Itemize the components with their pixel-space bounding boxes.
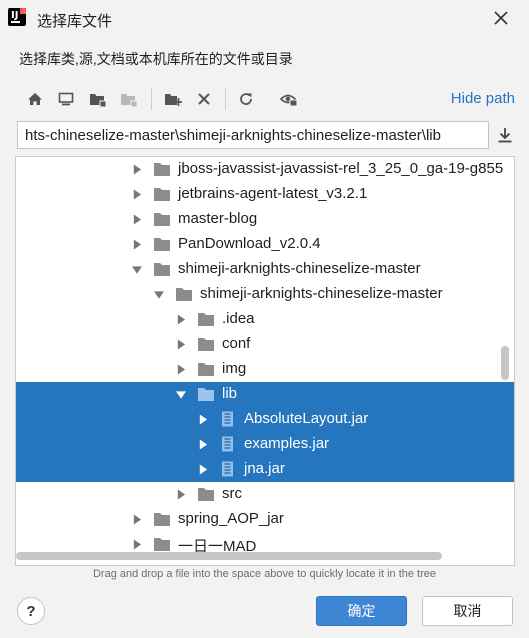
module-folder-button[interactable] bbox=[118, 88, 140, 110]
folder-icon bbox=[154, 263, 170, 276]
jar-file-icon bbox=[222, 461, 233, 477]
cancel-button[interactable]: 取消 bbox=[422, 596, 513, 626]
folder-icon bbox=[198, 313, 214, 326]
jar-file-icon bbox=[222, 436, 233, 452]
close-icon bbox=[494, 11, 508, 25]
hide-path-link[interactable]: Hide path bbox=[451, 90, 515, 107]
delete-icon bbox=[198, 93, 210, 105]
module-folder-icon bbox=[121, 94, 138, 107]
folder-icon bbox=[154, 538, 170, 551]
home-icon bbox=[28, 93, 42, 105]
collapsed-arrow-icon[interactable] bbox=[132, 239, 142, 250]
collapsed-arrow-icon[interactable] bbox=[198, 439, 208, 450]
project-folder-button[interactable] bbox=[87, 88, 109, 110]
home-button[interactable] bbox=[24, 88, 46, 110]
expanded-arrow-icon[interactable] bbox=[132, 264, 142, 275]
folder-icon bbox=[154, 238, 170, 251]
tree-item-label: examples.jar bbox=[244, 435, 330, 452]
tree-row-folder[interactable]: shimeji-arknights-chineselize-master bbox=[16, 257, 514, 282]
collapsed-arrow-icon[interactable] bbox=[176, 364, 186, 375]
tree-item-label: jetbrains-agent-latest_v3.2.1 bbox=[178, 185, 368, 202]
tree-row-jar[interactable]: jna.jar bbox=[16, 457, 514, 482]
tree-row-folder[interactable]: master-blog bbox=[16, 207, 514, 232]
tree-item-label: conf bbox=[222, 335, 251, 352]
collapsed-arrow-icon[interactable] bbox=[176, 339, 186, 350]
dialog-description: 选择库类,源,文档或本机库所在的文件或目录 bbox=[19, 51, 293, 67]
tree-row-folder[interactable]: spring_AOP_jar bbox=[16, 507, 514, 532]
tree-row-folder[interactable]: PanDownload_v2.0.4 bbox=[16, 232, 514, 257]
tree-row-jar[interactable]: AbsoluteLayout.jar bbox=[16, 407, 514, 432]
tree-item-label: src bbox=[222, 485, 242, 502]
collapsed-arrow-icon[interactable] bbox=[176, 314, 186, 325]
folder-icon bbox=[154, 213, 170, 226]
folder-icon bbox=[198, 338, 214, 351]
show-hidden-files-button[interactable] bbox=[278, 88, 300, 110]
new-folder-icon bbox=[165, 94, 182, 106]
desktop-icon bbox=[58, 92, 74, 106]
collapsed-arrow-icon[interactable] bbox=[132, 189, 142, 200]
collapsed-arrow-icon[interactable] bbox=[132, 514, 142, 525]
tree-row-folder[interactable]: jetbrains-agent-latest_v3.2.1 bbox=[16, 182, 514, 207]
refresh-icon bbox=[240, 93, 252, 105]
tree-item-label: jboss-javassist-javassist-rel_3_25_0_ga-… bbox=[178, 160, 504, 177]
help-button[interactable]: ? bbox=[17, 597, 45, 625]
tree-item-label: spring_AOP_jar bbox=[178, 510, 284, 527]
ok-button[interactable]: 确定 bbox=[316, 596, 407, 626]
refresh-button[interactable] bbox=[235, 88, 257, 110]
desktop-button[interactable] bbox=[55, 88, 77, 110]
tree-row-folder[interactable]: lib bbox=[16, 382, 514, 407]
intellij-idea-logo-icon: IJ bbox=[8, 8, 26, 26]
tree-row-folder[interactable]: shimeji-arknights-chineselize-master bbox=[16, 282, 514, 307]
close-button[interactable] bbox=[491, 8, 511, 28]
tree-vertical-scrollbar[interactable] bbox=[501, 346, 509, 380]
new-folder-button[interactable] bbox=[162, 88, 184, 110]
collapsed-arrow-icon[interactable] bbox=[176, 489, 186, 500]
tree-row-folder[interactable]: conf bbox=[16, 332, 514, 357]
show-hidden-icon bbox=[280, 94, 298, 107]
collapsed-arrow-icon[interactable] bbox=[132, 214, 142, 225]
folder-icon bbox=[198, 363, 214, 376]
tree-item-label: jna.jar bbox=[244, 460, 285, 477]
drag-drop-hint: Drag and drop a file into the space abov… bbox=[92, 568, 437, 580]
folder-icon bbox=[176, 288, 192, 301]
file-tree[interactable]: jboss-javassist-javassist-rel_3_25_0_ga-… bbox=[15, 156, 515, 566]
path-input[interactable] bbox=[18, 122, 488, 148]
download-icon bbox=[498, 128, 512, 143]
tree-item-label: AbsoluteLayout.jar bbox=[244, 410, 369, 427]
folder-icon bbox=[198, 388, 214, 401]
path-field[interactable] bbox=[17, 121, 489, 149]
tree-item-label: .idea bbox=[222, 310, 255, 327]
tree-row-folder[interactable]: jboss-javassist-javassist-rel_3_25_0_ga-… bbox=[16, 157, 514, 182]
tree-row-folder[interactable]: .idea bbox=[16, 307, 514, 332]
collapsed-arrow-icon[interactable] bbox=[198, 414, 208, 425]
tree-row-jar[interactable]: examples.jar bbox=[16, 432, 514, 457]
toolbar-separator bbox=[225, 88, 226, 110]
download-button[interactable] bbox=[495, 125, 515, 145]
window-title: 选择库文件 bbox=[37, 13, 113, 30]
toolbar-separator bbox=[151, 88, 152, 110]
tree-item-label: img bbox=[222, 360, 247, 377]
expanded-arrow-icon[interactable] bbox=[154, 289, 164, 300]
folder-icon bbox=[154, 188, 170, 201]
collapsed-arrow-icon[interactable] bbox=[132, 539, 142, 550]
tree-item-label: shimeji-arknights-chineselize-master bbox=[200, 285, 443, 302]
folder-icon bbox=[154, 163, 170, 176]
file-chooser-toolbar: Hide path bbox=[15, 82, 515, 116]
expanded-arrow-icon[interactable] bbox=[176, 389, 186, 400]
jar-file-icon bbox=[222, 411, 233, 427]
title-bar: IJ 选择库文件 bbox=[0, 0, 529, 38]
tree-item-label: PanDownload_v2.0.4 bbox=[178, 235, 321, 252]
tree-item-label: lib bbox=[222, 385, 238, 402]
folder-icon bbox=[154, 513, 170, 526]
tree-item-label: shimeji-arknights-chineselize-master bbox=[178, 260, 421, 277]
delete-button[interactable] bbox=[193, 88, 215, 110]
tree-horizontal-scrollbar[interactable] bbox=[16, 552, 442, 560]
tree-item-label: master-blog bbox=[178, 210, 258, 227]
tree-row-folder[interactable]: img bbox=[16, 357, 514, 382]
tree-row-folder[interactable]: src bbox=[16, 482, 514, 507]
collapsed-arrow-icon[interactable] bbox=[132, 164, 142, 175]
collapsed-arrow-icon[interactable] bbox=[198, 464, 208, 475]
project-folder-icon bbox=[90, 94, 107, 107]
folder-icon bbox=[198, 488, 214, 501]
